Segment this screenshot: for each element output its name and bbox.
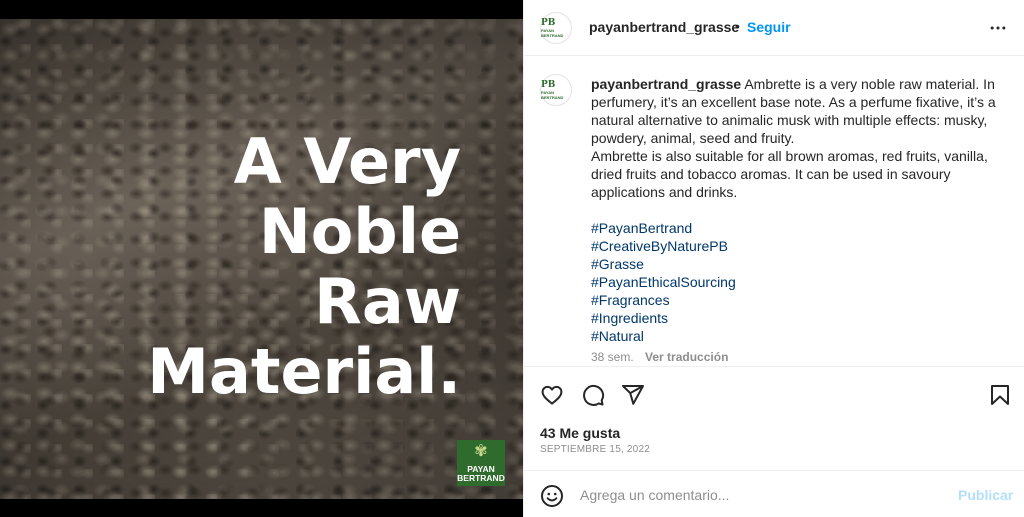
hashtag-link[interactable]: #Grasse (591, 255, 1001, 273)
comment-icon[interactable] (581, 383, 605, 407)
caption-username-link[interactable]: payanbertrand_grasse (591, 76, 741, 92)
heart-icon[interactable] (540, 383, 564, 407)
post-date: SEPTIEMBRE 15, 2022 (540, 444, 650, 455)
follow-button[interactable]: Seguir (747, 19, 791, 35)
more-horizontal-icon[interactable] (988, 18, 1008, 38)
avatar[interactable]: PB PAYAN BERTRAND (540, 74, 572, 106)
post-age[interactable]: 38 sem. (591, 350, 634, 364)
hashtag-link[interactable]: #Natural (591, 327, 1001, 345)
post-details-panel: PB PAYAN BERTRAND payanbertrand_grasse •… (523, 0, 1024, 517)
avatar[interactable]: PB PAYAN BERTRAND (540, 12, 572, 44)
comments-area[interactable]: PB PAYAN BERTRAND payanbertrand_grasse A… (524, 57, 1024, 366)
ambrette-seeds-photo[interactable]: A Very Noble Raw Material. (0, 19, 523, 499)
caption-paragraph-2: Ambrette is also suitable for all brown … (591, 148, 988, 200)
publish-button[interactable]: Publicar (958, 487, 1013, 503)
payan-bertrand-logo: ✾ PAYAN BERTRAND (457, 440, 505, 486)
username-link[interactable]: payanbertrand_grasse (589, 19, 739, 35)
translate-link[interactable]: Ver traducción (645, 350, 728, 364)
action-bar (524, 366, 1024, 422)
separator-dot: • (735, 18, 740, 34)
hashtag-link[interactable]: #PayanBertrand (591, 219, 1001, 237)
comment-bar: Publicar (524, 470, 1024, 517)
flower-icon: ✾ (474, 443, 488, 460)
hashtag-list: #PayanBertrand #CreativeByNaturePB #Gras… (591, 219, 1001, 345)
image-headline: A Very Noble Raw Material. (147, 127, 461, 407)
emoji-icon[interactable] (540, 484, 564, 508)
post-caption: payanbertrand_grasse Ambrette is a very … (591, 75, 1001, 364)
avatar-monogram: PB PAYAN BERTRAND (541, 17, 564, 38)
caption-paragraph: payanbertrand_grasse Ambrette is a very … (591, 75, 1001, 147)
caption-meta: 38 sem. Ver traducción (591, 350, 1001, 364)
headline-line: Noble (258, 195, 461, 268)
post-media[interactable]: A Very Noble Raw Material. ✾ PAYAN BERTR… (0, 0, 523, 517)
likes-count[interactable]: 43 Me gusta (540, 425, 620, 441)
hashtag-link[interactable]: #PayanEthicalSourcing (591, 273, 1001, 291)
post-header: PB PAYAN BERTRAND payanbertrand_grasse •… (524, 0, 1024, 56)
avatar-monogram: PB PAYAN BERTRAND (541, 79, 564, 100)
headline-line: Material. (147, 335, 461, 408)
hashtag-link[interactable]: #Ingredients (591, 309, 1001, 327)
send-icon[interactable] (621, 383, 645, 407)
logo-text-line: BERTRAND (457, 473, 505, 483)
hashtag-link[interactable]: #CreativeByNaturePB (591, 237, 1001, 255)
headline-line: A Very (233, 125, 461, 198)
comment-input[interactable] (580, 483, 940, 507)
hashtag-link[interactable]: #Fragrances (591, 291, 1001, 309)
bookmark-icon[interactable] (988, 383, 1012, 407)
headline-line: Raw (314, 265, 461, 338)
